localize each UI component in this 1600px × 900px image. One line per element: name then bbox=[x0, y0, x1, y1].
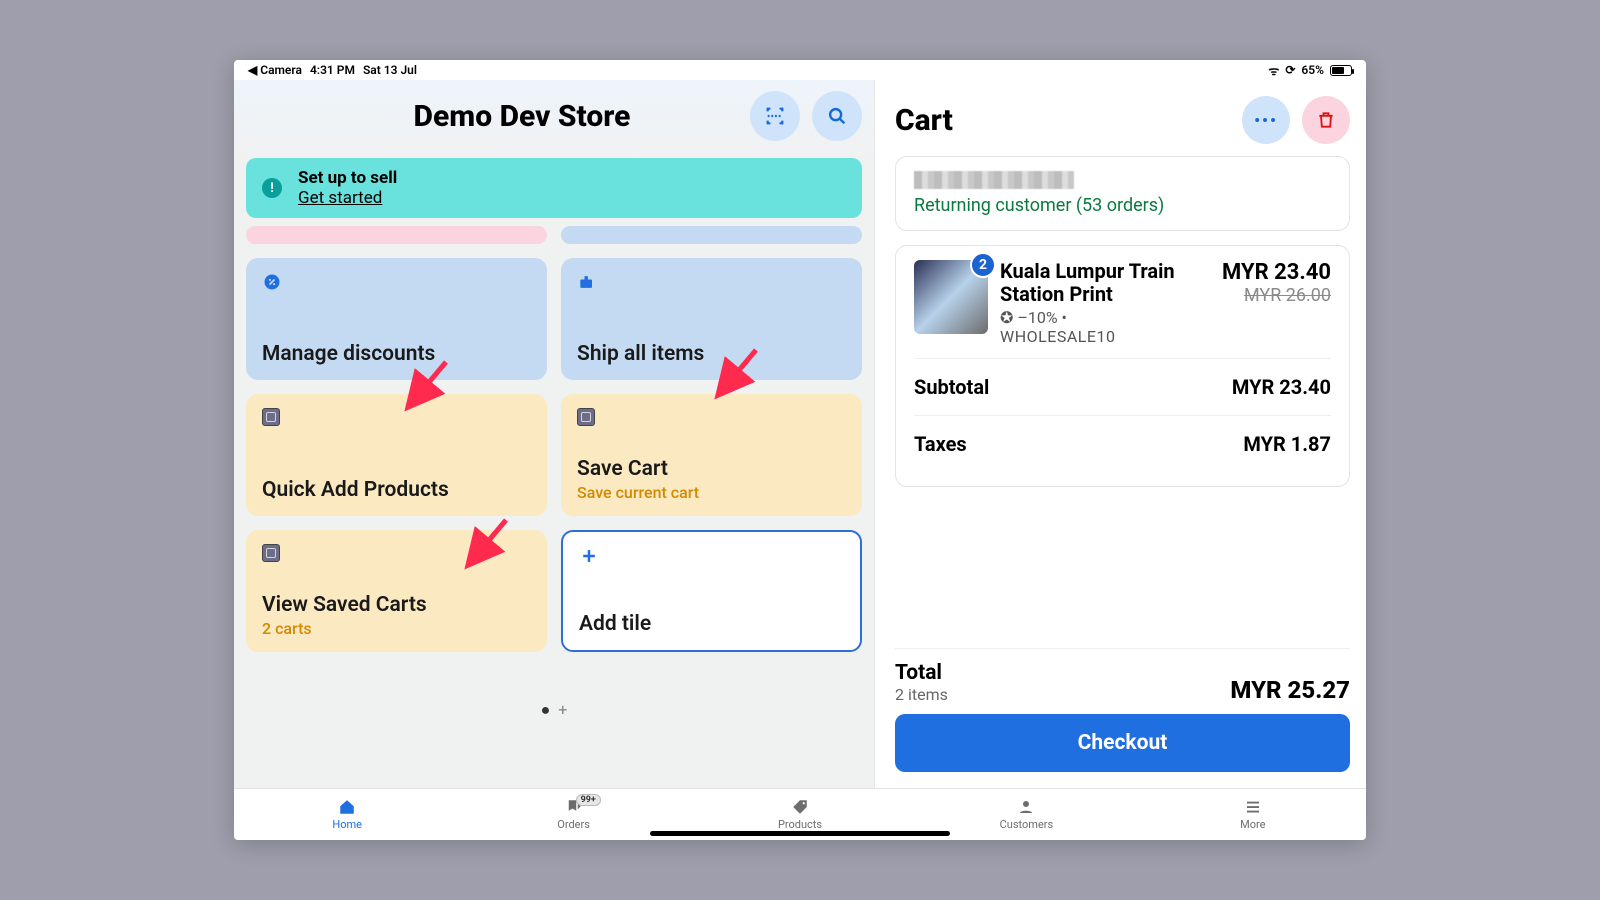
home-indicator[interactable] bbox=[650, 831, 950, 836]
customer-status: Returning customer (53 orders) bbox=[914, 195, 1331, 216]
info-icon: ! bbox=[262, 178, 282, 198]
cart-pane: Cart ••• Returning customer (53 orders) … bbox=[874, 80, 1366, 790]
line-original-price: MYR 26.00 bbox=[1211, 285, 1331, 306]
app-icon bbox=[262, 408, 280, 426]
tile-ship-all-items[interactable]: Ship all items bbox=[561, 258, 862, 380]
home-pane: Demo Dev Store ! Set up to sell Get star… bbox=[234, 80, 874, 790]
tab-label: Products bbox=[778, 818, 822, 831]
discount-icon bbox=[262, 272, 282, 292]
cart-title: Cart bbox=[895, 103, 953, 138]
quantity-badge: 2 bbox=[970, 252, 996, 278]
ipad-frame: ◀ Camera 4:31 PM Sat 13 Jul ᯤ ⟳ 65% Demo… bbox=[234, 60, 1366, 840]
customer-card[interactable]: Returning customer (53 orders) bbox=[895, 156, 1350, 231]
taxes-value: MYR 1.87 bbox=[1243, 432, 1331, 456]
rotation-lock-icon: ⟳ bbox=[1285, 63, 1295, 77]
total-items: 2 items bbox=[895, 685, 948, 704]
total-value: MYR 25.27 bbox=[1230, 676, 1350, 704]
subtotal-value: MYR 23.40 bbox=[1232, 375, 1331, 399]
cart-items-card: 2 Kuala Lumpur Train Station Print ✪ –10… bbox=[895, 245, 1350, 487]
tile-add-tile[interactable]: Add tile bbox=[561, 530, 862, 652]
tab-label: Home bbox=[332, 818, 362, 831]
tab-label: More bbox=[1240, 818, 1265, 831]
battery-icon bbox=[1330, 65, 1352, 76]
cart-more-button[interactable]: ••• bbox=[1242, 96, 1290, 144]
search-button[interactable] bbox=[812, 91, 862, 141]
tag-icon bbox=[790, 798, 810, 816]
tab-label: Customers bbox=[1000, 818, 1054, 831]
product-thumbnail: 2 bbox=[914, 260, 988, 334]
tab-more[interactable]: More bbox=[1140, 789, 1366, 840]
tile-label: Quick Add Products bbox=[262, 478, 531, 502]
orders-badge: 99+ bbox=[576, 794, 601, 806]
tile-sublabel: 2 carts bbox=[262, 619, 531, 638]
trash-icon bbox=[1316, 110, 1336, 130]
taxes-label: Taxes bbox=[914, 432, 967, 456]
status-time: 4:31 PM bbox=[310, 63, 355, 77]
status-bar: ◀ Camera 4:31 PM Sat 13 Jul ᯤ ⟳ 65% bbox=[234, 60, 1366, 80]
banner-title: Set up to sell bbox=[298, 168, 397, 188]
tile-remove-customer-partial[interactable] bbox=[246, 226, 547, 244]
wifi-icon: ᯤ bbox=[1268, 62, 1279, 79]
customer-name-redacted bbox=[914, 171, 1074, 189]
plus-icon bbox=[579, 546, 599, 566]
subtotal-label: Subtotal bbox=[914, 375, 989, 399]
tile-save-cart[interactable]: Save Cart Save current cart bbox=[561, 394, 862, 516]
line-price: MYR 23.40 bbox=[1211, 260, 1331, 285]
cart-footer: Total 2 items MYR 25.27 Checkout bbox=[895, 648, 1350, 790]
setup-banner[interactable]: ! Set up to sell Get started bbox=[246, 158, 862, 218]
ship-icon bbox=[577, 272, 597, 292]
discount-line: ✪ –10% • WHOLESALE10 bbox=[1000, 308, 1199, 346]
tile-label: Add tile bbox=[579, 612, 844, 636]
status-date: Sat 13 Jul bbox=[363, 63, 417, 77]
tile-label: Ship all items bbox=[577, 342, 846, 366]
cart-clear-button[interactable] bbox=[1302, 96, 1350, 144]
banner-link[interactable]: Get started bbox=[298, 188, 397, 208]
tab-label: Orders bbox=[557, 818, 590, 831]
tile-view-saved-carts[interactable]: View Saved Carts 2 carts bbox=[246, 530, 547, 652]
back-to-app[interactable]: ◀ Camera bbox=[248, 63, 302, 77]
person-icon bbox=[1016, 798, 1036, 816]
menu-icon bbox=[1243, 798, 1263, 816]
app-icon bbox=[262, 544, 280, 562]
discount-code: WHOLESALE10 bbox=[1000, 327, 1115, 346]
checkout-button[interactable]: Checkout bbox=[895, 714, 1350, 772]
tile-manage-discounts[interactable]: Manage discounts bbox=[246, 258, 547, 380]
battery-pct: 65% bbox=[1301, 63, 1324, 77]
page-indicator[interactable]: ●+ bbox=[246, 700, 862, 720]
store-title: Demo Dev Store bbox=[354, 99, 631, 134]
tile-label: Save Cart bbox=[577, 457, 846, 481]
cart-line-item[interactable]: 2 Kuala Lumpur Train Station Print ✪ –10… bbox=[914, 260, 1331, 346]
tab-home[interactable]: Home bbox=[234, 789, 460, 840]
tile-quick-add-products[interactable]: Quick Add Products bbox=[246, 394, 547, 516]
tile-label: View Saved Carts bbox=[262, 593, 531, 617]
tile-label: Manage discounts bbox=[262, 342, 531, 366]
discount-badge-icon: ✪ bbox=[1000, 308, 1013, 327]
tile-add-custom-sale-partial[interactable] bbox=[561, 226, 862, 244]
barcode-scan-button[interactable] bbox=[750, 91, 800, 141]
tile-sublabel: Save current cart bbox=[577, 483, 846, 502]
home-icon bbox=[337, 798, 357, 816]
app-icon bbox=[577, 408, 595, 426]
total-label: Total bbox=[895, 661, 948, 685]
product-name: Kuala Lumpur Train Station Print bbox=[1000, 260, 1199, 306]
